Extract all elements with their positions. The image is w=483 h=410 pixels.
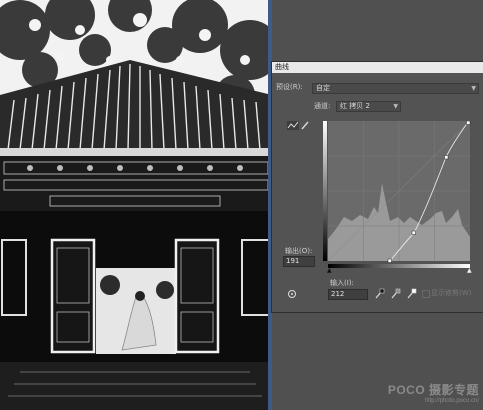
pavilion-photo [0, 0, 272, 410]
preset-label: 预设(R): [276, 83, 303, 91]
output-gradient-bar [323, 121, 327, 261]
watermark-brand: POCO 摄影专题 [387, 383, 479, 397]
dialog-titlebar[interactable]: 曲线 [272, 62, 483, 73]
curve-point[interactable] [444, 155, 449, 160]
watermark-url: http://photo.poco.cn/ [424, 398, 479, 404]
curve-point[interactable] [411, 230, 416, 235]
black-point-slider[interactable]: ▲ [327, 268, 332, 274]
input-label: 输入(I): [330, 279, 354, 287]
input-gradient-bar [328, 264, 470, 268]
photo-canvas [0, 0, 272, 410]
chevron-down-icon: ▼ [471, 85, 476, 92]
preset-dropdown[interactable]: 自定 ▼ [312, 83, 479, 94]
white-point-slider[interactable]: ▲ [467, 268, 472, 274]
channel-dropdown[interactable]: 红 拷贝 2 ▼ [336, 101, 401, 112]
channel-label: 通道: [314, 102, 331, 110]
gray-eyedropper-icon[interactable] [391, 288, 401, 299]
chevron-down-icon: ▼ [393, 103, 398, 110]
dialog-title: 曲线 [275, 63, 289, 71]
white-eyedropper-icon[interactable] [407, 288, 417, 299]
show-clipping-checkbox[interactable] [422, 290, 430, 298]
preset-value: 自定 [316, 84, 330, 92]
output-field[interactable]: 191 [283, 256, 315, 267]
curve-point[interactable] [466, 121, 471, 125]
channel-value: 红 拷贝 2 [340, 102, 370, 110]
output-label: 输出(O): [285, 247, 313, 255]
curve-graph[interactable] [328, 121, 474, 267]
curve-point-icon[interactable] [287, 121, 299, 130]
black-eyedropper-icon[interactable] [375, 288, 385, 299]
input-field[interactable]: 212 [328, 289, 368, 300]
curves-dialog: 曲线 预设(R): 自定 ▼ 通道: 红 拷贝 2 ▼ ▲ ▲ 输出(O): 1… [272, 62, 483, 312]
watermark: POCO 摄影专题 http://photo.poco.cn/ [388, 381, 479, 404]
pencil-icon[interactable] [301, 121, 309, 130]
hand-target-icon[interactable] [287, 289, 298, 299]
curve-point[interactable] [387, 258, 392, 263]
show-clipping-label: 显示修剪(W) [431, 289, 472, 297]
